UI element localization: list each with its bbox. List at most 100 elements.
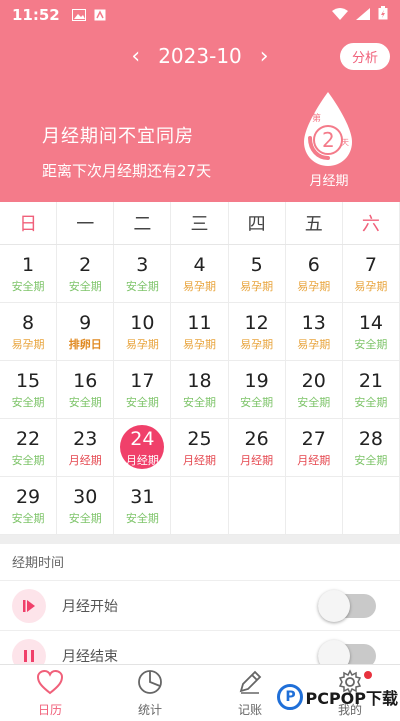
signal-icon [356,6,370,24]
calendar-day[interactable]: 17 安全期 [114,361,172,419]
day-status: 安全期 [354,396,388,409]
day-number: 21 [358,370,383,392]
calendar-day[interactable]: 28 安全期 [342,419,400,477]
calendar-day[interactable]: 5 易孕期 [228,245,286,303]
calendar-day[interactable]: 9 排卵日 [57,303,115,361]
analyze-button[interactable]: 分析 [339,43,390,70]
calendar-day[interactable]: 3 安全期 [114,245,172,303]
day-status: 安全期 [11,280,45,293]
day-number: 19 [244,370,269,392]
status-time: 11:52 [12,6,60,24]
calendar-day[interactable]: 10 易孕期 [114,303,172,361]
day-number: 15 [15,370,41,392]
calendar-day[interactable]: 14 安全期 [342,303,400,361]
prev-month-button[interactable]: ‹ [113,44,158,69]
watermark: P PCPOP下载 [277,684,398,710]
calendar-day[interactable]: 4 易孕期 [171,245,229,303]
weekday-tue: 二 [114,202,172,244]
day-status: 易孕期 [182,280,216,293]
day-status: 易孕期 [354,280,388,293]
pencil-icon [237,669,263,699]
empty-cell [228,477,286,535]
day-number: 31 [130,486,155,508]
day-status: 安全期 [297,396,331,409]
day-status: 易孕期 [240,280,274,293]
play-icon [12,588,46,623]
next-month-button[interactable]: › [242,44,287,69]
day-number: 26 [244,428,269,450]
heart-icon [36,669,64,699]
day-number: 13 [301,312,326,334]
tab-stats[interactable]: 统计 [100,665,200,721]
tab-notes-label: 记账 [237,702,262,717]
tab-calendar[interactable]: 日历 [0,665,100,721]
day-number: 23 [73,428,98,450]
calendar-day[interactable]: 25 月经期 [171,419,229,477]
day-number: 5 [250,254,263,276]
period-section-title: 经期时间 [12,556,65,571]
calendar-day[interactable]: 15 安全期 [0,361,58,419]
period-end-label: 月经结束 [62,648,118,665]
day-number: 28 [358,428,383,450]
day-number: 17 [130,370,155,392]
day-number: 30 [73,486,98,508]
day-status: 安全期 [11,512,45,525]
day-number: 29 [15,486,41,508]
day-status: 月经期 [182,454,216,467]
weekday-mon: 一 [57,202,115,244]
calendar-day[interactable]: 11 易孕期 [171,303,229,361]
calendar-day[interactable]: 29 安全期 [0,477,58,535]
calendar-day[interactable]: 31 安全期 [114,477,172,535]
calendar-day[interactable]: 7 易孕期 [342,245,400,303]
calendar-day[interactable]: 27 月经期 [285,419,343,477]
calendar-day[interactable]: 6 易孕期 [285,245,343,303]
day-status: 安全期 [68,280,102,293]
empty-cell [171,477,229,535]
calendar-day[interactable]: 16 安全期 [57,361,115,419]
weekday-fri: 五 [286,202,343,244]
calendar-day[interactable]: 18 安全期 [171,361,229,419]
weekday-sat: 六 [343,202,400,244]
day-status: 安全期 [68,512,102,525]
day-number: 16 [73,370,98,392]
watermark-text: PCPOP下载 [305,689,398,708]
drop-label: 月经期 [309,174,349,189]
calendar-day[interactable]: 26 月经期 [228,419,286,477]
day-status: 安全期 [68,396,102,409]
toggle-knob [318,589,350,622]
calendar-day[interactable]: 19 安全期 [228,361,286,419]
calendar: 日 一 二 三 四 五 六 1 安全期 2 安全期 3 安全期 4 易孕期 5 易孕期 6 易孕期 7 易… [0,202,400,535]
day-status: 安全期 [11,396,45,409]
status-bar: 11:52 [0,0,400,30]
period-start-toggle[interactable] [318,589,376,622]
day-number: 27 [301,428,326,450]
calendar-day[interactable]: 30 安全期 [57,477,115,535]
period-countdown: 距离下次月经期还有27天 [42,162,212,180]
calendar-day-today[interactable]: 24 月经期 [114,419,172,477]
day-status: 安全期 [125,280,159,293]
calendar-day[interactable]: 8 易孕期 [0,303,58,361]
day-number: 1 [22,254,35,276]
calendar-day[interactable]: 22 安全期 [0,419,58,477]
calendar-day[interactable]: 13 易孕期 [285,303,343,361]
day-number: 25 [187,428,212,450]
calendar-day[interactable]: 20 安全期 [285,361,343,419]
day-status: 易孕期 [125,338,159,351]
image-icon [71,9,86,21]
day-status: 易孕期 [297,280,331,293]
tab-stats-label: 统计 [137,702,162,717]
calendar-day[interactable]: 23 月经期 [57,419,115,477]
current-month: 2023-10 [158,44,242,68]
pie-chart-icon [137,669,163,699]
calendar-day[interactable]: 1 安全期 [0,245,58,303]
day-status: 安全期 [240,396,274,409]
weekday-wed: 三 [171,202,229,244]
calendar-day[interactable]: 2 安全期 [57,245,115,303]
day-number: 4 [193,254,206,276]
weekday-row: 日 一 二 三 四 五 六 [0,202,400,245]
day-status: 易孕期 [11,338,45,351]
calendar-day[interactable]: 21 安全期 [342,361,400,419]
day-status: 安全期 [125,396,159,409]
weekday-sun: 日 [0,202,58,244]
calendar-day[interactable]: 12 易孕期 [228,303,286,361]
